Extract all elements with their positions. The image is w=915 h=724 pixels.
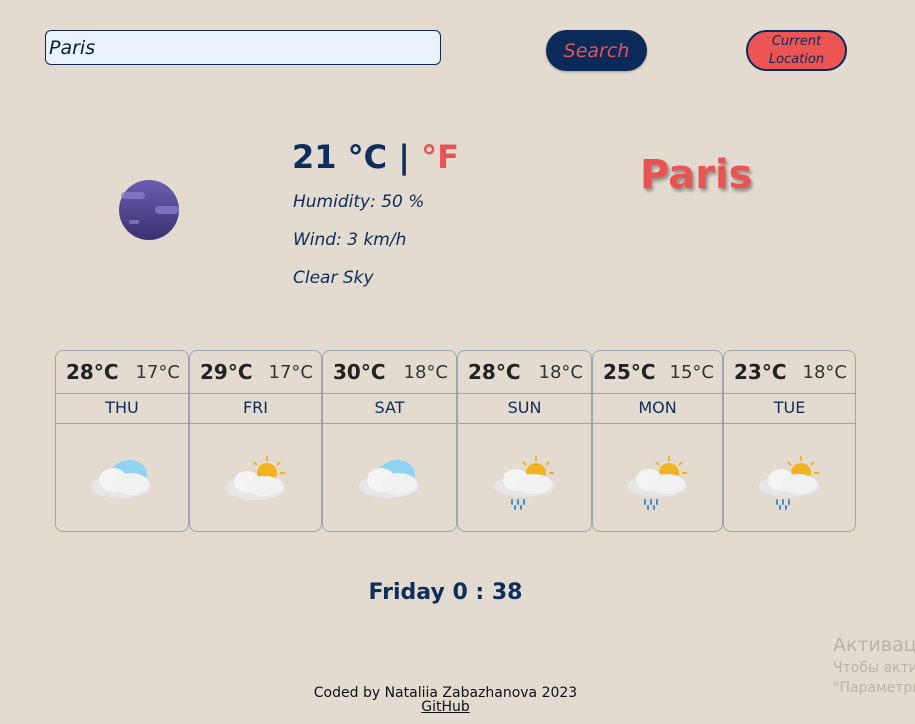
current-temperature: 21 °C | °F <box>292 138 459 176</box>
forecast-min: 18°C <box>802 361 847 383</box>
search-button[interactable]: Search <box>546 30 647 71</box>
forecast-day-name: TUE <box>724 394 855 424</box>
forecast-day-name: FRI <box>190 394 321 424</box>
forecast-day-card: 28°C 17°C THU <box>55 350 189 532</box>
search-input[interactable] <box>45 30 441 65</box>
unit-fahrenheit-link[interactable]: °F <box>421 138 459 176</box>
forecast-max: 25°C <box>603 360 656 384</box>
forecast-temps: 29°C 17°C <box>190 351 321 394</box>
weather-description: Clear Sky <box>293 268 374 288</box>
forecast-temps: 30°C 18°C <box>323 351 456 394</box>
forecast-max: 28°C <box>66 360 119 384</box>
forecast-day-card: 30°C 18°C SAT <box>322 350 457 532</box>
forecast-icon-wrap <box>724 424 855 512</box>
activation-watermark-title: Активаци <box>833 634 915 656</box>
forecast-max: 23°C <box>734 360 787 384</box>
forecast-max: 29°C <box>200 360 253 384</box>
forecast-temps: 28°C 17°C <box>56 351 188 394</box>
current-location-label-2: Location <box>768 51 825 67</box>
activation-watermark-line2: "Параметры <box>833 680 915 696</box>
forecast-day-card: 28°C 18°C SUN <box>457 350 592 532</box>
city-name: Paris <box>640 152 753 198</box>
forecast-icon-wrap <box>323 424 456 502</box>
forecast-icon-wrap <box>190 424 321 502</box>
forecast-day-name: THU <box>56 394 188 424</box>
activation-watermark-line1: Чтобы акти <box>833 660 915 676</box>
forecast-day-card: 25°C 15°C MON <box>592 350 723 532</box>
cloudy-icon <box>91 460 151 498</box>
current-location-label-1: Current <box>771 33 822 49</box>
forecast-temps: 25°C 15°C <box>593 351 722 394</box>
forecast-icon-wrap <box>56 424 188 502</box>
forecast-day-name: MON <box>593 394 722 424</box>
sun-rain-icon <box>758 456 819 510</box>
forecast-day-name: SUN <box>458 394 591 424</box>
forecast-min: 15°C <box>669 361 714 383</box>
forecast-min: 17°C <box>135 361 180 383</box>
cloudy-icon <box>358 460 419 498</box>
unit-separator: | <box>398 138 410 176</box>
wind-text: Wind: 3 km/h <box>293 230 407 250</box>
current-temp-value: 21 <box>292 138 337 176</box>
forecast-icon-wrap <box>458 424 591 512</box>
footer-link-wrap: GitHub <box>0 699 891 715</box>
date-time: Friday 0 : 38 <box>368 580 523 605</box>
forecast-min: 18°C <box>403 361 448 383</box>
forecast-temps: 28°C 18°C <box>458 351 591 394</box>
moon-icon <box>119 180 179 240</box>
sun-rain-icon <box>493 456 554 510</box>
humidity-text: Humidity: 50 % <box>293 192 425 212</box>
forecast-max: 28°C <box>468 360 521 384</box>
unit-celsius[interactable]: °C <box>348 138 387 176</box>
forecast-day-card: 29°C 17°C FRI <box>189 350 322 532</box>
forecast-max: 30°C <box>333 360 386 384</box>
forecast-icon-wrap <box>593 424 722 512</box>
sun-rain-icon <box>626 456 687 510</box>
forecast-min: 18°C <box>538 361 583 383</box>
partly-sunny-icon <box>224 456 285 500</box>
forecast-temps: 23°C 18°C <box>724 351 855 394</box>
github-link[interactable]: GitHub <box>421 699 470 715</box>
forecast-min: 17°C <box>268 361 313 383</box>
forecast-day-name: SAT <box>323 394 456 424</box>
current-location-button[interactable]: Current Location <box>746 30 847 71</box>
forecast-day-card: 23°C 18°C TUE <box>723 350 856 532</box>
